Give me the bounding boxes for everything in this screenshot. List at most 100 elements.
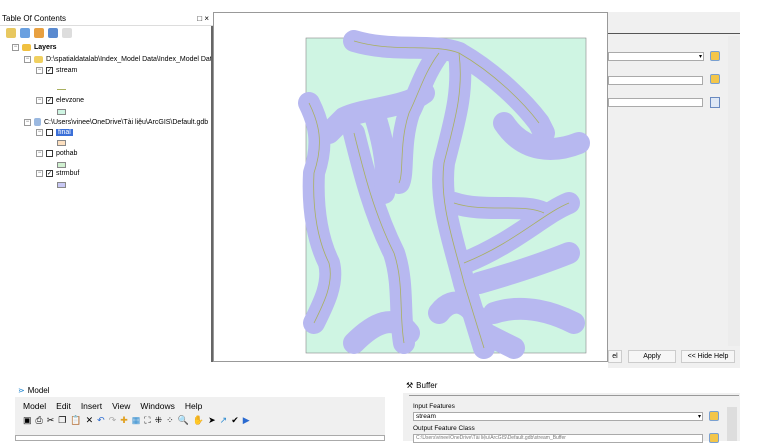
list-by-drawing-order-icon[interactable] <box>6 28 16 38</box>
input-features-label: Input Features <box>413 403 455 410</box>
layer-checkbox-pothab[interactable] <box>46 150 53 157</box>
add-data-icon[interactable]: ✚ <box>120 415 128 426</box>
paste-icon[interactable]: 📋 <box>70 415 81 426</box>
layer-pothab[interactable]: pothab <box>56 150 77 157</box>
toc-title-bar: Table Of Contents □ × <box>0 12 213 26</box>
header-divider <box>608 33 740 34</box>
collapse-icon[interactable]: − <box>24 118 31 126</box>
layer-checkbox-stream[interactable]: ✓ <box>46 67 53 74</box>
buffer-tool-dialog: ⚒ Buffer Input Features stream ▾ Output Fe… <box>403 377 740 443</box>
scrollbar[interactable] <box>728 36 740 346</box>
options-icon[interactable] <box>62 28 72 38</box>
group-path[interactable]: C:\Users\vinee\OneDrive\Tài liệu\ArcGIS\… <box>44 119 208 126</box>
layers-icon <box>22 44 31 51</box>
save-icon[interactable]: ▣ <box>23 415 32 426</box>
browse-folder-icon[interactable] <box>709 411 719 421</box>
model-icon: ⋗ <box>18 385 25 395</box>
toc-title: Table Of Contents <box>2 14 67 23</box>
toc-window-controls[interactable]: □ × <box>197 14 209 23</box>
model-title-bar: ⋗ Model <box>15 383 385 397</box>
output-feature-class-field[interactable]: C:\Users\vinee\OneDrive\Tài liệu\ArcGIS\… <box>413 434 703 443</box>
model-builder-window: ⋗ Model Model Edit Insert View Windows He… <box>15 383 385 441</box>
strmbuf-symbol <box>57 182 66 188</box>
layer-checkbox-final[interactable] <box>46 129 53 136</box>
print-icon[interactable]: ⎙ <box>36 415 43 426</box>
list-by-source-icon[interactable] <box>20 28 30 38</box>
buffer-title: Buffer <box>416 380 438 390</box>
select-icon[interactable]: ➤ <box>208 415 216 426</box>
apply-button[interactable]: Apply <box>628 350 676 363</box>
collapse-icon[interactable]: − <box>24 56 31 63</box>
pan-icon[interactable]: ✋ <box>193 415 204 426</box>
group-path[interactable]: D:\spatialdatalab\Index_Model Data\Index… <box>46 56 214 63</box>
menu-bar: Model Edit Insert View Windows Help <box>23 401 377 411</box>
menu-help[interactable]: Help <box>185 401 202 411</box>
delete-icon[interactable]: ✕ <box>86 415 94 426</box>
redo-icon[interactable]: ↷ <box>109 415 117 426</box>
toc-toolbar <box>0 26 213 40</box>
layer-stream[interactable]: stream <box>56 67 77 74</box>
input-features-value: stream <box>416 413 436 420</box>
pothab-symbol <box>57 162 66 168</box>
cancel-button[interactable]: el <box>608 350 622 363</box>
browse-folder-icon[interactable] <box>710 74 720 84</box>
collapse-icon[interactable]: − <box>36 150 43 157</box>
map-view[interactable] <box>213 12 608 362</box>
cut-icon[interactable]: ✂ <box>47 415 55 426</box>
menu-edit[interactable]: Edit <box>56 401 71 411</box>
sql-icon[interactable] <box>710 97 720 108</box>
layer-elevzone[interactable]: elevzone <box>56 97 84 104</box>
layers-root[interactable]: Layers <box>34 44 57 51</box>
menu-insert[interactable]: Insert <box>81 401 102 411</box>
input-features-field[interactable]: ▾ <box>608 52 704 61</box>
menu-model[interactable]: Model <box>23 401 46 411</box>
folder-icon <box>34 56 43 63</box>
menu-windows[interactable]: Windows <box>140 401 174 411</box>
validate-icon[interactable]: ✔ <box>231 415 239 426</box>
stream-symbol <box>57 89 66 90</box>
collapse-icon[interactable]: − <box>36 170 43 177</box>
auto-layout-icon[interactable]: ▦ <box>132 415 141 426</box>
zoom-out-fixed-icon[interactable]: ⁘ <box>166 415 174 426</box>
final-symbol <box>57 140 66 146</box>
output-feature-class-value: C:\Users\vinee\OneDrive\Tài liệu\ArcGIS\… <box>416 435 566 441</box>
model-title: Model <box>27 385 50 395</box>
tool-dialog-panel: ▾ el Apply << Hide Help <box>608 12 740 368</box>
collapse-icon[interactable]: − <box>36 97 43 104</box>
dropdown-arrow-icon[interactable]: ▾ <box>699 53 702 60</box>
distance-field[interactable] <box>608 98 703 107</box>
layer-strmbuf[interactable]: strmbuf <box>56 170 79 177</box>
browse-folder-icon[interactable] <box>710 51 720 61</box>
geodatabase-icon <box>34 118 41 126</box>
hide-help-button[interactable]: << Hide Help <box>681 350 735 363</box>
run-icon[interactable]: ▶ <box>243 415 250 426</box>
hammer-icon: ⚒ <box>406 380 414 390</box>
scrollbar[interactable] <box>727 407 737 441</box>
zoom-icon[interactable]: 🔍 <box>178 415 189 426</box>
collapse-icon[interactable]: − <box>12 44 19 51</box>
output-feature-class-field[interactable] <box>608 76 703 85</box>
table-of-contents: Table Of Contents □ × − Layers − D:\spatial… <box>0 12 214 362</box>
collapse-icon[interactable]: − <box>36 129 43 136</box>
list-by-visibility-icon[interactable] <box>34 28 44 38</box>
full-extent-icon[interactable]: ⛶ <box>144 415 150 426</box>
zoom-in-fixed-icon[interactable]: ⁜ <box>155 415 163 426</box>
buffer-title-bar: ⚒ Buffer <box>403 377 740 393</box>
map-canvas[interactable] <box>214 13 609 363</box>
collapse-icon[interactable]: − <box>36 67 43 74</box>
model-canvas[interactable] <box>15 435 385 441</box>
undo-icon[interactable]: ↶ <box>97 415 105 426</box>
connect-icon[interactable]: ↗ <box>220 415 228 426</box>
layer-checkbox-elevzone[interactable]: ✓ <box>46 97 53 104</box>
menu-view[interactable]: View <box>112 401 130 411</box>
input-features-field[interactable]: stream ▾ <box>413 412 703 421</box>
layer-final[interactable]: final <box>56 129 73 136</box>
output-feature-class-label: Output Feature Class <box>413 425 475 432</box>
model-toolbar: ▣ ⎙ ✂ ❐ 📋 ✕ ↶ ↷ ✚ ▦ ⛶ ⁜ ⁘ 🔍 ✋ ➤ ↗ ✔ ▶ <box>23 415 377 426</box>
list-by-selection-icon[interactable] <box>48 28 58 38</box>
layer-checkbox-strmbuf[interactable]: ✓ <box>46 170 53 177</box>
browse-folder-icon[interactable] <box>709 433 719 443</box>
elevzone-symbol <box>57 109 66 115</box>
dropdown-arrow-icon[interactable]: ▾ <box>698 413 701 421</box>
copy-icon[interactable]: ❐ <box>58 415 66 426</box>
